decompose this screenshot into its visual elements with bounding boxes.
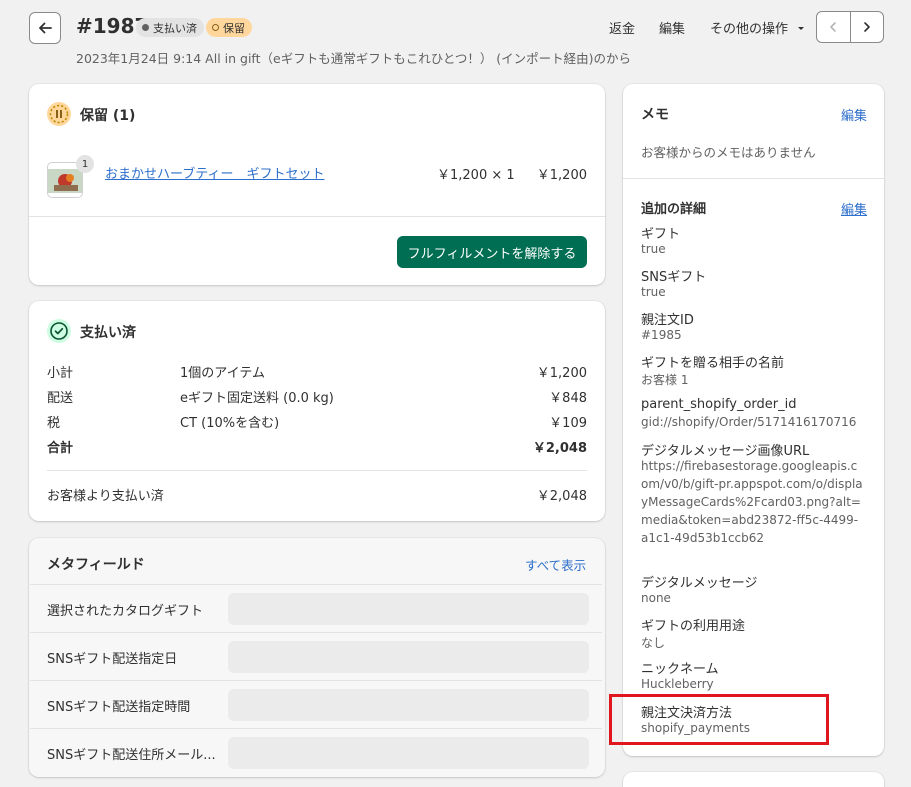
- product-link[interactable]: おまかせハーブティー ギフトセット: [105, 163, 324, 182]
- metafield-row: SNSギフト配送指定日: [30, 632, 602, 680]
- detail-value: none: [641, 591, 671, 605]
- detail-value: https://firebasestorage.googleapis.com/v…: [641, 459, 863, 545]
- shipping-amount: ￥848: [549, 391, 587, 406]
- status-badge-paid-label: 支払い済: [153, 21, 197, 35]
- line-total: ￥1,200: [536, 168, 587, 183]
- detail-key: 親注文ID: [641, 313, 694, 328]
- detail-value: gid://shopify/Order/5171416170716: [641, 415, 857, 429]
- detail-key: デジタルメッセージ: [641, 576, 758, 591]
- back-button[interactable]: [29, 12, 61, 44]
- circle-outline-icon: [212, 24, 219, 31]
- arrow-left-icon: [39, 22, 52, 34]
- dot-icon: [142, 24, 149, 31]
- next-sidebar-card: [623, 772, 884, 787]
- metafield-label: SNSギフト配送指定日: [47, 652, 178, 667]
- detail-value: #1985: [641, 328, 682, 342]
- detail-value: なし: [641, 636, 666, 650]
- status-badge-hold-label: 保留: [223, 21, 245, 35]
- total-amount: ￥2,048: [532, 441, 587, 456]
- hold-card: 保留 (1) 1 おまかせハーブティー ギフトセット ￥1,200 × 1 ￥1…: [29, 84, 605, 285]
- more-actions-button[interactable]: その他の操作: [710, 18, 808, 37]
- metafield-label: 選択されたカタログギフト: [47, 604, 204, 619]
- subtotal-label: 小計: [47, 366, 74, 381]
- tax-desc: CT (10%を含む): [180, 416, 280, 431]
- paid-by-customer-label: お客様より支払い済: [47, 489, 164, 504]
- divider: [623, 178, 884, 179]
- status-badge-paid: 支払い済: [136, 18, 204, 37]
- payment-card: 支払い済 小計 1個のアイテム ￥1,200 配送 eギフト固定送料 (0.0 …: [29, 301, 605, 521]
- memo-empty-text: お客様からのメモはありません: [641, 145, 816, 160]
- metafields-card: メタフィールド すべて表示 選択されたカタログギフト SNSギフト配送指定日 S…: [29, 538, 605, 777]
- metafield-input[interactable]: [228, 593, 589, 625]
- hold-icon: [47, 102, 71, 126]
- detail-key: parent_shopify_order_id: [641, 397, 797, 412]
- metafield-row: 選択されたカタログギフト: [30, 584, 602, 632]
- check-circle-icon: [47, 319, 71, 343]
- metafield-label: SNSギフト配送指定時間: [47, 700, 191, 715]
- order-sidebar-card: メモ 編集 お客様からのメモはありません 追加の詳細 編集 ギフト true S…: [623, 84, 884, 756]
- detail-key: ニックネーム: [641, 662, 719, 677]
- detail-value: Huckleberry: [641, 677, 714, 691]
- additional-details-title: 追加の詳細: [641, 202, 707, 217]
- previous-order-button[interactable]: [817, 12, 850, 42]
- shipping-label: 配送: [47, 391, 74, 406]
- hold-card-title: 保留 (1): [80, 108, 136, 124]
- metafields-card-title: メタフィールド: [47, 557, 145, 573]
- edit-button[interactable]: 編集: [659, 18, 685, 37]
- detail-value: true: [641, 242, 666, 256]
- status-badge-hold: 保留: [206, 18, 252, 37]
- detail-value: お客様 1: [641, 373, 689, 387]
- total-label: 合計: [47, 441, 74, 456]
- tax-label: 税: [47, 416, 61, 431]
- order-pagination: [816, 11, 884, 43]
- show-all-link[interactable]: すべて表示: [525, 555, 586, 574]
- detail-key: SNSギフト: [641, 270, 707, 285]
- memo-title: メモ: [641, 107, 669, 123]
- detail-value: true: [641, 285, 666, 299]
- metafield-input[interactable]: [228, 737, 589, 769]
- detail-key: ギフトを贈る相手の名前: [641, 356, 785, 371]
- chevron-right-icon: [863, 22, 870, 32]
- subtotal-amount: ￥1,200: [536, 366, 587, 381]
- shipping-desc: eギフト固定送料 (0.0 kg): [180, 391, 334, 406]
- payment-card-title: 支払い済: [80, 325, 136, 341]
- detail-key: ギフト: [641, 227, 681, 242]
- memo-edit-link[interactable]: 編集: [841, 105, 867, 124]
- caret-down-icon: [798, 26, 805, 30]
- next-order-button[interactable]: [849, 12, 884, 42]
- divider: [47, 470, 587, 471]
- release-fulfillment-button[interactable]: フルフィルメントを解除する: [397, 236, 587, 268]
- paid-by-customer-amount: ￥2,048: [536, 489, 587, 504]
- metafield-row: SNSギフト配送住所メール...: [30, 728, 602, 776]
- highlight-annotation: [609, 694, 829, 745]
- page-header: #1987 支払い済 保留 2023年1月24日 9:14 All in gif…: [0, 0, 911, 84]
- detail-key: ギフトの利用用途: [641, 619, 746, 634]
- chevron-left-icon: [830, 22, 837, 32]
- divider: [29, 216, 605, 217]
- metafield-input[interactable]: [228, 689, 589, 721]
- details-edit-link[interactable]: 編集: [841, 199, 867, 218]
- item-quantity-badge: 1: [76, 155, 94, 173]
- subtotal-desc: 1個のアイテム: [180, 366, 265, 381]
- more-actions-label: その他の操作: [710, 22, 789, 37]
- order-subtitle: 2023年1月24日 9:14 All in gift（eギフトも通常ギフトもこ…: [76, 51, 632, 66]
- metafield-label: SNSギフト配送住所メール...: [47, 748, 216, 763]
- unit-price: ￥1,200 × 1: [437, 168, 515, 183]
- metafield-row: SNSギフト配送指定時間: [30, 680, 602, 728]
- refund-button[interactable]: 返金: [609, 18, 635, 37]
- tax-amount: ￥109: [549, 416, 587, 431]
- metafield-input[interactable]: [228, 641, 589, 673]
